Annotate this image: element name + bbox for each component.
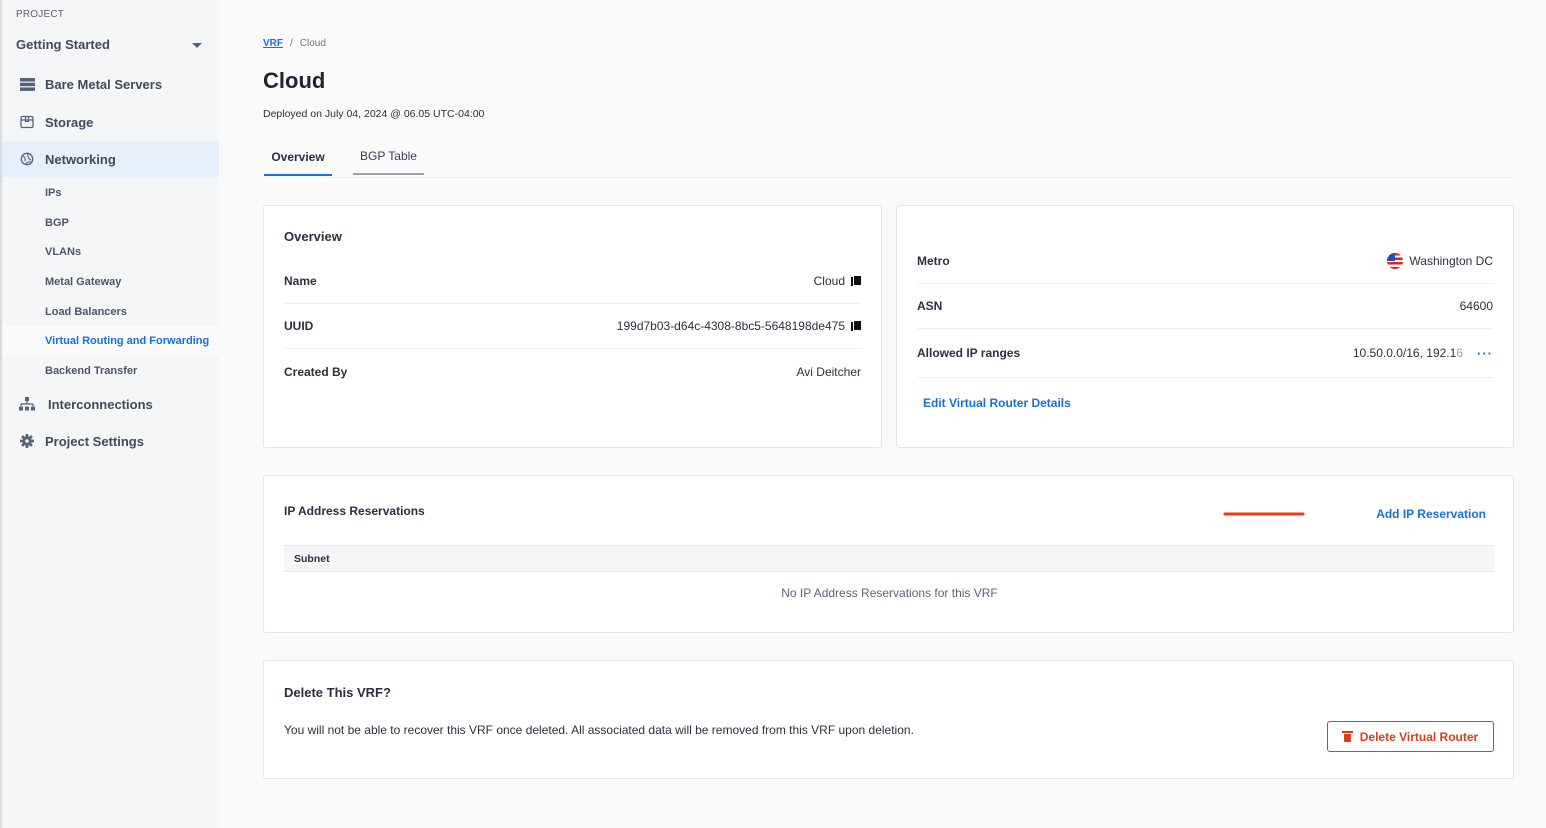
sidebar-item-bare-metal-servers[interactable]: Bare Metal Servers	[2, 66, 219, 102]
empty-state-message: No IP Address Reservations for this VRF	[781, 586, 998, 600]
breadcrumb-current: Cloud	[299, 38, 326, 49]
project-selector[interactable]: Getting Started	[16, 34, 206, 54]
uuid-value: 199d7b03-d64c-4308-8bc5-5648198de475	[616, 319, 845, 333]
delete-virtual-router-button[interactable]: Delete Virtual Router	[1327, 721, 1494, 752]
gear-icon	[18, 432, 36, 450]
annotation-arrow-icon	[1223, 512, 1305, 516]
trash-icon	[1341, 731, 1353, 742]
sidebar-item-interconnections[interactable]: Interconnections	[2, 386, 219, 422]
metro-value: Washington DC	[1409, 254, 1493, 268]
add-ip-reservation-link[interactable]: Add IP Reservation	[1376, 507, 1486, 521]
tab-bgp-table[interactable]: BGP Table	[353, 139, 424, 175]
storage-box-icon	[18, 113, 36, 131]
sidebar-item-networking[interactable]: Networking	[2, 141, 219, 177]
breadcrumb-vrf-link[interactable]: VRF	[263, 38, 283, 49]
ip-reservations-title: IP Address Reservations	[284, 504, 425, 518]
globe-icon	[18, 150, 36, 168]
hierarchy-icon	[18, 395, 36, 413]
allowed-ip-value: 10.50.0.0/16, 192.1	[1352, 346, 1457, 360]
delete-vrf-card: Delete This VRF? You will not be able to…	[263, 660, 1514, 779]
column-subnet: Subnet	[294, 552, 330, 565]
tab-bar: Overview BGP Table	[263, 140, 1514, 178]
delete-vrf-title: Delete This VRF?	[284, 685, 391, 700]
name-row: Name Cloud	[284, 259, 862, 304]
ip-reservations-card: IP Address Reservations Add IP Reservati…	[263, 475, 1514, 633]
overview-card: Overview Name Cloud UUID 199d7b03-d64c-4…	[263, 205, 882, 448]
sidebar-item-metal-gateway[interactable]: Metal Gateway	[2, 267, 219, 297]
created-by-value: Avi Deitcher	[796, 364, 861, 379]
tab-overview[interactable]: Overview	[264, 140, 332, 176]
sidebar-item-project-settings[interactable]: Project Settings	[2, 423, 219, 459]
delete-vrf-description: You will not be able to recover this VRF…	[284, 723, 914, 737]
sidebar-item-storage[interactable]: Storage	[2, 104, 219, 140]
breadcrumb-separator: /	[290, 38, 293, 49]
server-icon	[18, 75, 36, 93]
page-title: Cloud	[263, 68, 326, 93]
asn-value: 64600	[1459, 299, 1493, 313]
project-label: PROJECT	[16, 9, 65, 20]
metro-row: Metro Washington DC	[917, 239, 1493, 284]
sidebar-item-ips[interactable]: IPs	[2, 178, 219, 208]
router-details-card: Metro Washington DC ASN 64600 Allowed IP…	[896, 205, 1514, 448]
deployed-timestamp: Deployed on July 04, 2024 @ 06.05 UTC-04…	[263, 108, 485, 120]
table-header: Subnet	[284, 545, 1495, 572]
created-by-row: Created By Avi Deitcher	[284, 364, 861, 379]
us-flag-icon	[1387, 253, 1404, 269]
more-icon[interactable]: ···	[1477, 346, 1493, 361]
asn-row: ASN 64600	[917, 284, 1493, 329]
overview-title: Overview	[284, 229, 342, 244]
copy-icon[interactable]	[851, 275, 862, 287]
uuid-row: UUID 199d7b03-d64c-4308-8bc5-5648198de47…	[284, 304, 862, 349]
project-name: Getting Started	[16, 36, 110, 52]
edit-virtual-router-link[interactable]: Edit Virtual Router Details	[923, 396, 1071, 410]
breadcrumb: VRF / Cloud	[263, 38, 326, 49]
sidebar-item-bgp[interactable]: BGP	[2, 208, 219, 238]
copy-icon[interactable]	[851, 320, 862, 332]
name-value: Cloud	[813, 274, 845, 288]
sidebar-item-vrf[interactable]: Virtual Routing and Forwarding	[2, 326, 219, 356]
sidebar-item-backend-transfer[interactable]: Backend Transfer	[2, 356, 219, 386]
sidebar-item-load-balancers[interactable]: Load Balancers	[2, 297, 219, 327]
allowed-ip-row: Allowed IP ranges 10.50.0.0/16, 192.1 6 ··…	[917, 329, 1493, 378]
main-content: VRF / Cloud Cloud Deployed on July 04, 2…	[219, 0, 1546, 828]
sidebar-item-vlans[interactable]: VLANs	[2, 237, 219, 267]
sidebar: PROJECT Getting Started Bare Metal Serve…	[0, 0, 219, 828]
chevron-down-icon	[192, 43, 202, 48]
